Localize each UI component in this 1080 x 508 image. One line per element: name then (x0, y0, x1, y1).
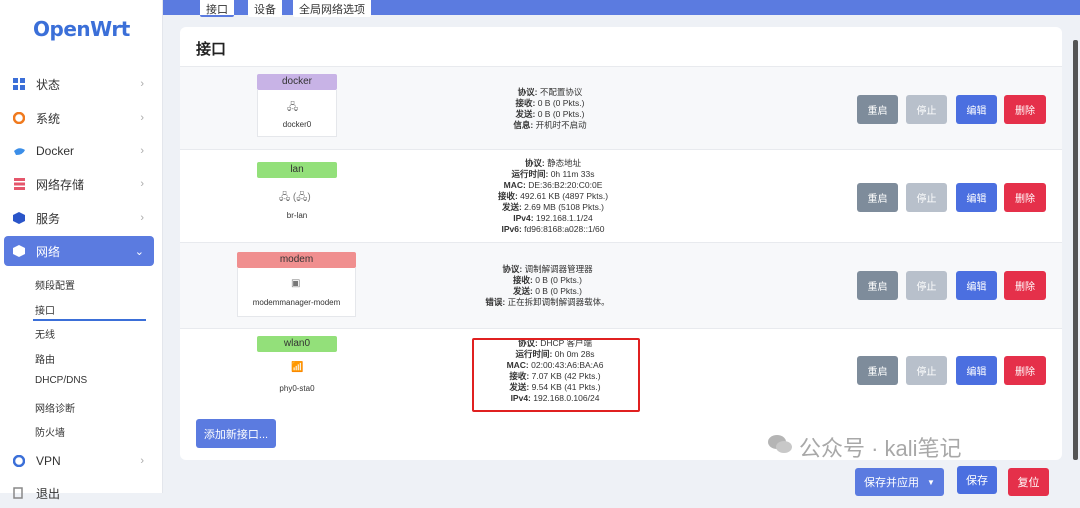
sidebar-item-storage[interactable]: 网络存储 › (4, 169, 154, 199)
sidebar-item-label: 系统 (36, 111, 61, 126)
sidebar-item-network[interactable]: 网络 ⌄ (4, 236, 154, 266)
interface-info: 协议: 调制解调器管理器 接收: 0 B (0 Pkts.) 发送: 0 B (… (485, 264, 610, 307)
watermark: 公众号 · kali笔记 (767, 431, 962, 463)
save-apply-button[interactable]: 保存并应用 ▼ (855, 468, 944, 496)
edit-button[interactable]: 编辑 (956, 183, 997, 212)
chevron-right-icon: › (140, 178, 144, 190)
stop-button[interactable]: 停止 (906, 183, 947, 212)
sidebar-item-label: 网络存储 (36, 177, 85, 192)
interface-device: br-lan (286, 211, 308, 220)
edit-button[interactable]: 编辑 (956, 271, 997, 300)
delete-button[interactable]: 删除 (1004, 356, 1046, 385)
interface-badge: lan (257, 162, 337, 178)
sidebar-item-services[interactable]: 服务 › (4, 203, 154, 233)
chevron-right-icon: › (140, 112, 144, 124)
delete-button[interactable]: 删除 (1004, 271, 1046, 300)
interface-info: 协议: 静态地址 运行时间: 0h 11m 33s MAC: DE:36:B2:… (497, 158, 609, 234)
chevron-right-icon: › (140, 212, 144, 224)
openwrt-logo[interactable]: OpenWrt (33, 17, 130, 41)
caret-down-icon: ▼ (927, 477, 935, 487)
sidebar-sub-dhcp[interactable]: DHCP/DNS (35, 375, 87, 386)
sidebar-item-label: VPN (36, 454, 61, 468)
sidebar-sub-firewall[interactable]: 防火墙 (35, 424, 65, 439)
sidebar-item-vpn[interactable]: VPN › (4, 446, 154, 476)
tab-devices[interactable]: 设备 (248, 0, 282, 17)
interface-badge: modem (237, 252, 356, 268)
interface-device: phy0-sta0 (279, 384, 315, 393)
stop-button[interactable]: 停止 (906, 271, 947, 300)
modem-icon: ▣ (291, 278, 301, 289)
sidebar-sub-diagnostics[interactable]: 网络诊断 (35, 400, 75, 415)
sidebar-item-docker[interactable]: Docker › (4, 136, 154, 166)
gear-icon (12, 111, 26, 125)
restart-button[interactable]: 重启 (857, 95, 898, 124)
active-indicator (33, 319, 146, 321)
interface-info: 协议: DHCP 客户端 运行时间: 0h 0m 28s MAC: 02:00:… (506, 338, 604, 403)
interface-device: modemmanager-modem (252, 298, 341, 307)
wifi-icon: 📶 (291, 362, 304, 373)
chevron-right-icon: › (140, 145, 144, 157)
delete-button[interactable]: 删除 (1004, 95, 1046, 124)
sidebar-item-label: 服务 (36, 211, 61, 226)
sidebar-sub-routes[interactable]: 路由 (35, 351, 55, 366)
interface-row-lan: lan 🖧 (🖧) br-lan 协议: 静态地址 运行时间: 0h 11m 3… (180, 149, 1062, 242)
interface-badge: wlan0 (257, 336, 337, 352)
scrollbar[interactable] (1073, 40, 1078, 460)
restart-button[interactable]: 重启 (857, 271, 898, 300)
interface-row-wlan0: wlan0 📶 phy0-sta0 协议: DHCP 客户端 运行时间: 0h … (180, 328, 1062, 413)
interface-row-modem: modem ▣ modemmanager-modem 协议: 调制解调器管理器 … (180, 242, 1062, 328)
sidebar-sub-bands[interactable]: 频段配置 (35, 277, 75, 292)
tab-global-options[interactable]: 全局网络选项 (293, 0, 371, 17)
sidebar-item-label: 网络 (36, 244, 61, 259)
interface-info: 协议: 不配置协议 接收: 0 B (0 Pkts.) 发送: 0 B (0 P… (513, 87, 587, 130)
stop-button[interactable]: 停止 (906, 95, 947, 124)
logout-icon (12, 486, 26, 500)
chevron-right-icon: › (140, 78, 144, 90)
interface-box (237, 268, 356, 317)
save-button[interactable]: 保存 (957, 466, 997, 494)
ethernet-icon: 🖧 (🖧) (279, 192, 311, 203)
storage-icon (12, 177, 26, 191)
reset-button[interactable]: 复位 (1008, 468, 1049, 496)
sidebar-item-system[interactable]: 系统 › (4, 103, 154, 133)
chevron-right-icon: › (140, 455, 144, 467)
sidebar: OpenWrt 状态 › 系统 › Docker › 网络存储 › 服务 › 网… (0, 0, 163, 501)
interface-badge: docker (257, 74, 337, 90)
edit-button[interactable]: 编辑 (956, 95, 997, 124)
vpn-icon (12, 454, 26, 468)
chevron-down-icon: ⌄ (134, 245, 144, 258)
stop-button[interactable]: 停止 (906, 356, 947, 385)
save-apply-label: 保存并应用 (864, 477, 920, 489)
watermark-text: 公众号 · kali笔记 (799, 436, 962, 461)
cube-icon (12, 244, 26, 258)
interface-row-docker: docker 🖧 docker0 协议: 不配置协议 接收: 0 B (0 Pk… (180, 66, 1062, 149)
delete-button[interactable]: 删除 (1004, 183, 1046, 212)
interfaces-panel: 接口 docker 🖧 docker0 协议: 不配置协议 接收: 0 B (0… (180, 27, 1062, 460)
sidebar-item-logout[interactable]: 退出 (4, 478, 154, 508)
sidebar-item-label: 退出 (36, 486, 61, 501)
sidebar-item-status[interactable]: 状态 › (4, 69, 154, 99)
docker-icon (12, 144, 26, 158)
sidebar-item-label: 状态 (36, 77, 61, 92)
edit-button[interactable]: 编辑 (956, 356, 997, 385)
sidebar-sub-wireless[interactable]: 无线 (35, 326, 55, 341)
tab-interfaces[interactable]: 接口 (200, 0, 234, 17)
add-interface-button[interactable]: 添加新接口... (196, 419, 276, 448)
cube-icon (12, 211, 26, 225)
page-title: 接口 (196, 41, 227, 58)
restart-button[interactable]: 重启 (857, 183, 898, 212)
wechat-icon (767, 433, 793, 461)
sidebar-item-label: Docker (36, 144, 75, 158)
grid-icon (12, 77, 26, 91)
sidebar-sub-interfaces[interactable]: 接口 (35, 302, 55, 317)
interface-device: docker0 (282, 120, 312, 129)
restart-button[interactable]: 重启 (857, 356, 898, 385)
ethernet-icon: 🖧 (287, 102, 299, 113)
